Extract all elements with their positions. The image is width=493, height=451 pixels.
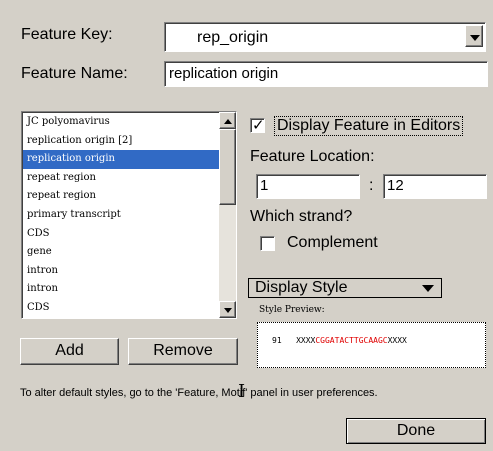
feature-list-item[interactable]: intron	[23, 280, 219, 299]
feature-list-item[interactable]: JC polyomavirus	[23, 113, 219, 132]
remove-button[interactable]: Remove	[128, 338, 238, 365]
feature-name-input[interactable]: replication origin	[164, 61, 488, 87]
preview-seq-before: XXXX	[296, 336, 316, 345]
which-strand-label: Which strand?	[250, 208, 353, 225]
feature-list[interactable]: JC polyomavirus replication origin [2] rep…	[21, 111, 237, 319]
feature-name-label: Feature Name:	[21, 65, 128, 82]
style-preview-box: 91 XXXXCGGATACTTGCAAGCXXXX	[257, 322, 486, 368]
arrow-down-icon	[224, 308, 232, 313]
checkmark-icon: ✓	[252, 116, 265, 134]
style-preview-label: Style Preview:	[259, 305, 325, 315]
preview-position: 91	[272, 336, 282, 345]
preferences-hint: To alter default styles, go to the 'Feat…	[20, 387, 378, 399]
feature-list-item[interactable]: replication origin	[23, 150, 219, 169]
feature-list-item[interactable]: intron	[23, 262, 219, 281]
preview-seq-highlight: CGGATACTTGCAAGC	[315, 336, 388, 345]
feature-list-scrollbar[interactable]	[219, 112, 236, 318]
display-style-value: Display Style	[255, 279, 348, 296]
complement-label[interactable]: Complement	[287, 234, 378, 252]
display-in-editors-checkbox[interactable]: ✓	[250, 116, 265, 134]
location-start-input[interactable]: 1	[256, 174, 360, 199]
location-end-input[interactable]: 12	[383, 174, 487, 199]
arrow-up-icon	[224, 119, 232, 124]
location-start-value: 1	[260, 177, 269, 194]
feature-key-value: rep_origin	[197, 29, 269, 46]
feature-list-items: JC polyomavirus replication origin [2] rep…	[23, 113, 219, 318]
feature-key-label: Feature Key:	[21, 26, 113, 43]
location-end-value: 12	[387, 177, 404, 194]
feature-list-item[interactable]: CDS	[23, 299, 219, 318]
feature-list-item[interactable]: repeat region	[23, 169, 219, 188]
display-in-editors-label[interactable]: Display Feature in Editors	[274, 116, 464, 136]
feature-list-item[interactable]: CDS	[23, 225, 219, 244]
feature-list-item[interactable]: repeat region	[23, 187, 219, 206]
preview-seq-after: XXXX	[387, 336, 407, 345]
feature-key-combo[interactable]: rep_origin	[164, 22, 486, 52]
display-style-combo[interactable]: Display Style	[248, 278, 442, 298]
scroll-up-button[interactable]	[219, 112, 236, 129]
complement-checkbox[interactable]	[260, 236, 275, 251]
done-button[interactable]: Done	[346, 418, 486, 444]
text-cursor-icon: I	[238, 381, 246, 402]
feature-editor-dialog: { "feature_key": { "label": "Feature Key…	[0, 0, 493, 451]
add-button[interactable]: Add	[20, 338, 119, 365]
location-separator: :	[369, 177, 374, 194]
scroll-down-button[interactable]	[219, 301, 236, 318]
scrollbar-thumb[interactable]	[219, 129, 236, 205]
chevron-down-icon	[470, 35, 480, 41]
chevron-down-icon	[422, 285, 434, 292]
style-preview-sequence: 91 XXXXCGGATACTTGCAAGCXXXX	[272, 336, 407, 345]
feature-name-value: replication origin	[169, 65, 279, 82]
feature-key-dropdown-button[interactable]	[465, 25, 483, 47]
feature-list-item[interactable]: replication origin [2]	[23, 132, 219, 151]
feature-list-item[interactable]: gene	[23, 243, 219, 262]
feature-list-item[interactable]: primary transcript	[23, 206, 219, 225]
feature-location-label: Feature Location:	[250, 148, 375, 165]
